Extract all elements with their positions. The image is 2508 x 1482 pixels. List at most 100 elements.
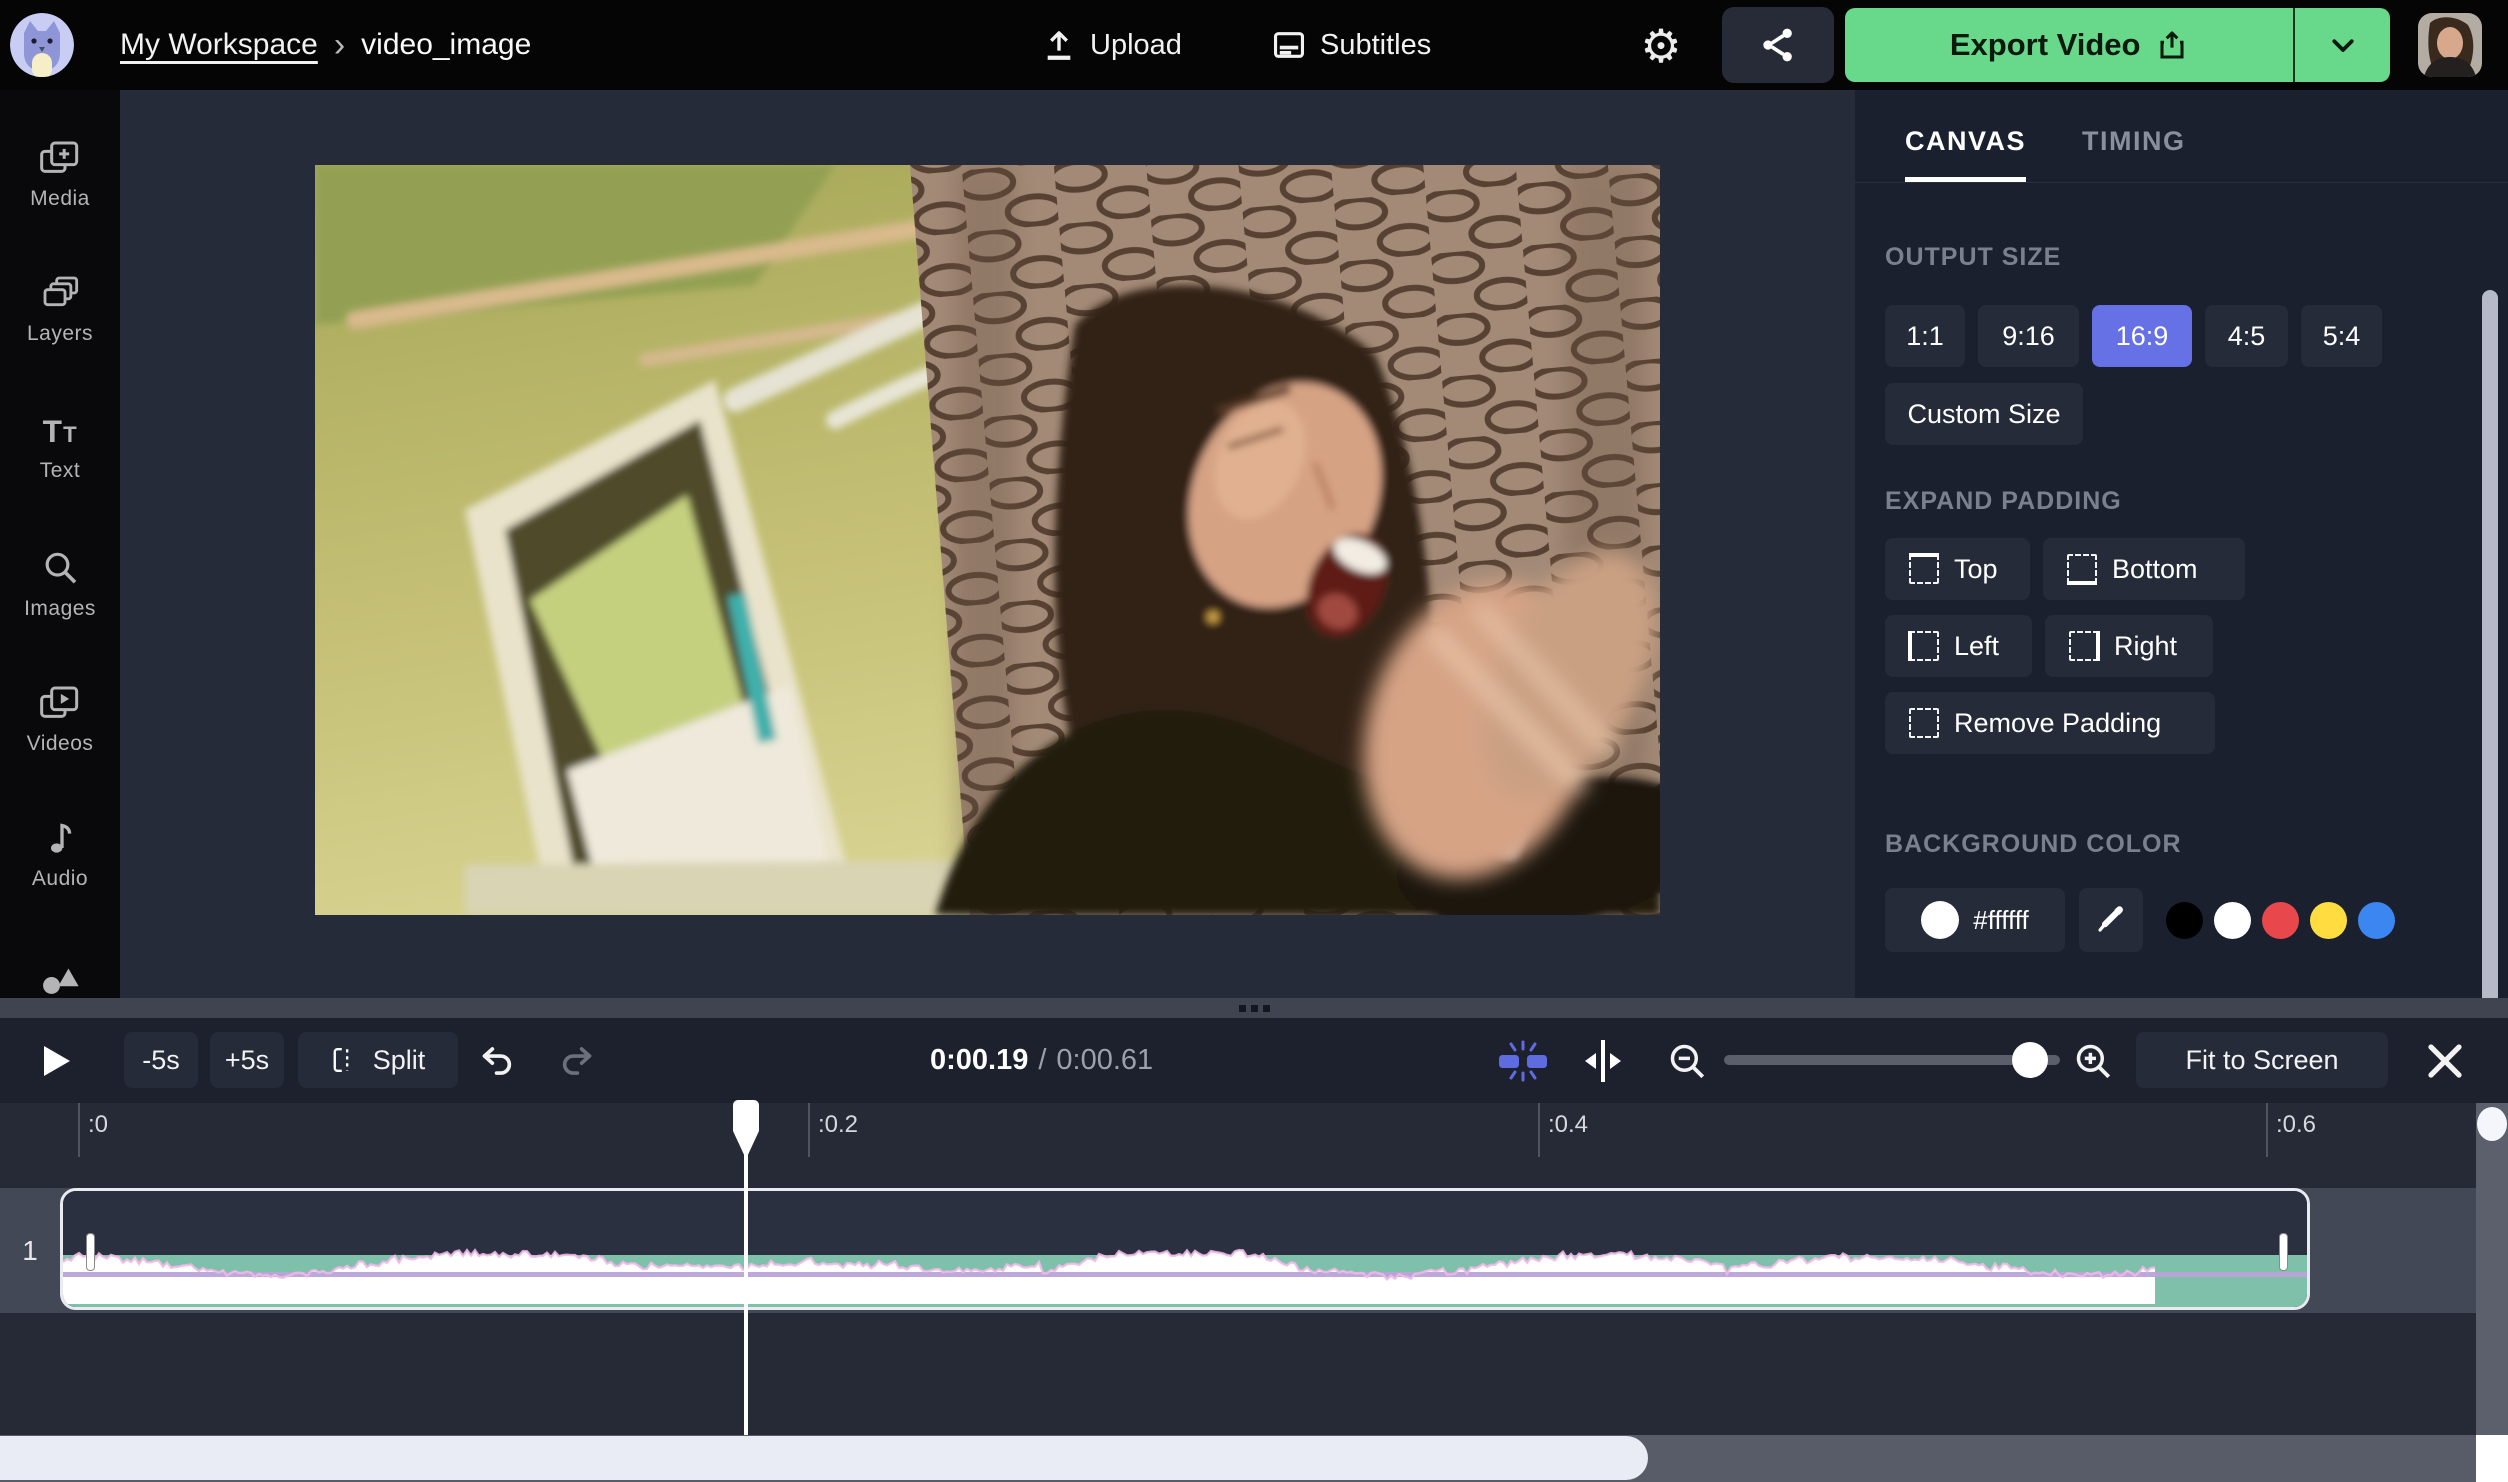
tab-canvas[interactable]: CANVAS (1905, 126, 2027, 182)
current-color-dot (1921, 901, 1960, 939)
hex-value: #ffffff (1973, 904, 2029, 935)
pad-right-label: Right (2114, 630, 2178, 661)
vertical-scrollbar-thumb[interactable] (2477, 1107, 2507, 1141)
swatch-red[interactable] (2262, 901, 2299, 939)
svg-text:T: T (43, 413, 62, 449)
upload-label: Upload (1090, 28, 1182, 61)
upload-button[interactable]: Upload (1042, 0, 1182, 90)
playhead-handle[interactable] (726, 1099, 766, 1161)
sidebar-item-elements[interactable] (0, 955, 120, 998)
ratio-4-5[interactable]: 4:5 (2205, 305, 2288, 367)
sidebar-item-text[interactable]: T T Text (0, 412, 120, 483)
total-time: 0:00.61 (1056, 1044, 1154, 1076)
ratio-1-1[interactable]: 1:1 (1885, 305, 1965, 367)
zoom-slider-thumb[interactable] (2012, 1042, 2048, 1078)
fit-to-screen-button[interactable]: Fit to Screen (2136, 1032, 2388, 1088)
ratio-16-9-selected[interactable]: 16:9 (2092, 305, 2192, 367)
sidebar-label-videos: Videos (26, 732, 94, 755)
redo-button[interactable] (556, 1044, 596, 1078)
export-icon (2160, 31, 2185, 59)
custom-size-button[interactable]: Custom Size (1885, 383, 2083, 445)
share-button[interactable] (1722, 7, 1834, 83)
export-video-button[interactable]: Export Video (1845, 8, 2294, 82)
timeline-toolbar: -5s +5s Split 0:00.19 / 0:00.61 Fit to S… (0, 1018, 2508, 1103)
settings-gear-icon[interactable]: ⚙ (1636, 21, 1686, 71)
sidebar-label-audio: Audio (31, 867, 89, 890)
waveform (63, 1191, 2307, 1307)
timeline-vertical-scrollbar[interactable] (2476, 1103, 2508, 1435)
left-sidebar: Media Layers T T Text Images Videos Audi… (0, 90, 120, 998)
sidebar-item-images[interactable]: Images (0, 548, 120, 621)
swatch-black[interactable] (2166, 901, 2203, 939)
tab-timing[interactable]: TIMING (2082, 126, 2186, 182)
user-avatar[interactable] (2418, 13, 2482, 77)
remove-padding-icon (1909, 708, 1939, 738)
panel-scrollbar[interactable] (2482, 290, 2498, 1052)
video-preview[interactable] (315, 165, 1660, 915)
undo-button[interactable] (478, 1044, 518, 1078)
timeline-zoom-slider[interactable] (1724, 1042, 2060, 1078)
split-icon (333, 1048, 349, 1072)
swatch-white[interactable] (2214, 901, 2251, 939)
pad-right-icon (2069, 631, 2100, 661)
remove-padding-button[interactable]: Remove Padding (1885, 692, 2215, 754)
export-dropdown-button[interactable] (2293, 8, 2390, 82)
pad-top-label: Top (1954, 553, 1998, 584)
audio-clip[interactable] (60, 1188, 2310, 1310)
timeline-horizontal-scrollbar[interactable] (0, 1435, 2508, 1482)
sidebar-item-videos[interactable]: Videos (0, 683, 120, 756)
remove-padding-label: Remove Padding (1954, 707, 2162, 738)
timeline-resize-handle[interactable] (0, 998, 2508, 1018)
pad-bottom-label: Bottom (2112, 553, 2198, 584)
breadcrumb-project-name: video_image (361, 28, 532, 61)
horizontal-scrollbar-thumb[interactable] (0, 1436, 1648, 1480)
sidebar-item-media[interactable]: Media (0, 138, 120, 211)
eyedropper-icon (2098, 906, 2123, 932)
ratio-5-4[interactable]: 5:4 (2301, 305, 2382, 367)
pad-left-button[interactable]: Left (1885, 615, 2032, 677)
hex-color-button[interactable]: #ffffff (1885, 888, 2065, 952)
tabs-divider (1855, 182, 2508, 183)
ratio-button-row: 1:1 9:16 16:9 4:5 5:4 (1885, 305, 2382, 367)
ratio-9-16[interactable]: 9:16 (1978, 305, 2079, 367)
swatch-blue[interactable] (2358, 901, 2395, 939)
workspace-logo[interactable] (10, 13, 74, 77)
scrollbar-corner (2476, 1435, 2508, 1482)
split-label: Split (372, 1044, 426, 1075)
video-editor-app: My Workspace › video_image Upload Subtit… (0, 0, 2508, 1482)
breadcrumb-workspace-link[interactable]: My Workspace (120, 28, 318, 62)
sidebar-label-text: Text (39, 459, 81, 482)
clip-trim-handle-right[interactable] (2279, 1233, 2288, 1271)
share-icon (1763, 28, 1792, 62)
layers-icon (43, 276, 79, 307)
zoom-out-icon[interactable] (1666, 1040, 1708, 1082)
zoom-in-icon[interactable] (2072, 1040, 2114, 1082)
back-5s-button[interactable]: -5s (124, 1032, 198, 1088)
close-timeline-icon[interactable] (2424, 1040, 2466, 1082)
play-button[interactable] (42, 1044, 72, 1078)
subtitles-button[interactable]: Subtitles (1272, 0, 1431, 90)
sidebar-item-audio[interactable]: Audio (0, 818, 120, 891)
output-size-label: OUTPUT SIZE (1885, 243, 2062, 271)
pad-right-button[interactable]: Right (2045, 615, 2213, 677)
sidebar-item-layers[interactable]: Layers (0, 273, 120, 346)
pad-left-label: Left (1954, 630, 2000, 661)
pad-bottom-button[interactable]: Bottom (2043, 538, 2245, 600)
panel-tabs: CANVAS TIMING (1905, 126, 2186, 182)
forward-5s-button[interactable]: +5s (210, 1032, 284, 1088)
breadcrumb-separator: › (333, 25, 346, 64)
upload-icon (1047, 31, 1071, 60)
cat-logo-icon (10, 13, 74, 77)
clip-trim-handle-left[interactable] (86, 1233, 95, 1271)
pad-top-button[interactable]: Top (1885, 538, 2030, 600)
pad-left-icon (1908, 631, 1939, 661)
avatar-photo (2418, 13, 2482, 77)
split-view-icon[interactable] (1578, 1038, 1628, 1084)
color-swatches (2166, 901, 2395, 939)
export-label: Export Video (1949, 27, 2141, 62)
eyedropper-button[interactable] (2079, 888, 2143, 952)
text-icon: T T (43, 413, 78, 449)
swatch-yellow[interactable] (2310, 901, 2347, 939)
split-button[interactable]: Split (298, 1032, 458, 1088)
snap-toggle-icon[interactable] (1490, 1039, 1556, 1083)
